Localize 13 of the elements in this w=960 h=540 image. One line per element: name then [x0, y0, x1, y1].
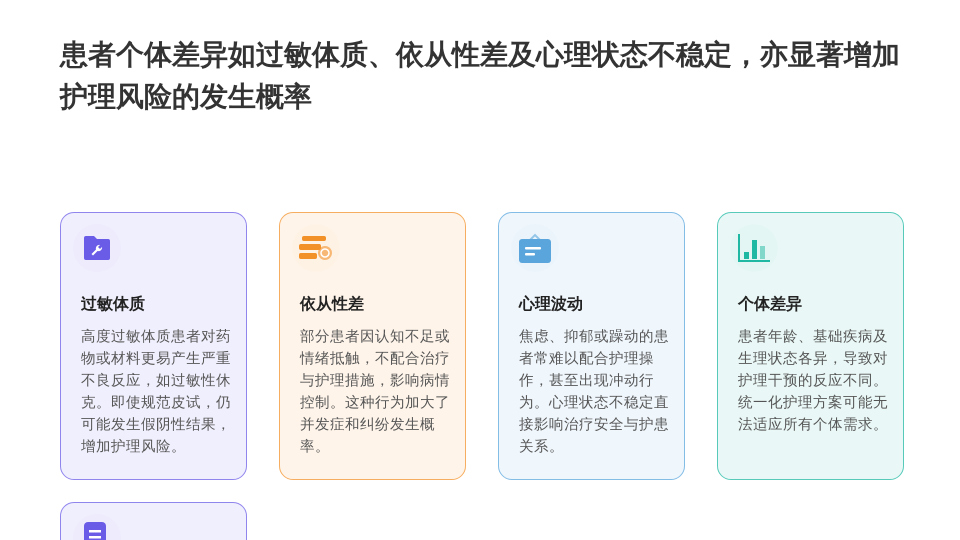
card-heading: 心理波动	[519, 293, 584, 315]
briefcase-icon	[519, 233, 551, 263]
card-heading: 依从性差	[300, 293, 365, 315]
layers-icon	[299, 235, 333, 261]
card-description: 焦虑、抑郁或躁动的患者常难以配合护理操作，甚至出现冲动行为。心理状态不稳定直接影响治疗安全与护患关系。	[519, 327, 670, 457]
slide-title: 患者个体差异如过敏体质、依从性差及心理状态不稳定，亦显著增加护理风险的发生概率	[60, 37, 901, 115]
card-heading: 个体差异	[738, 293, 803, 315]
card-description: 部分患者因认知不足或情绪抵触，不配合治疗与护理措施，影响病情控制。这种行为加大了并发症和纠纷发生概率。	[300, 327, 451, 457]
card-description: 高度过敏体质患者对药物或材料更易产生严重不良反应，如过敏性休克。即使规范皮试，仍可能发生假阴性结果，增加护理风险。	[81, 327, 232, 457]
card-heading: 过敏体质	[81, 293, 146, 315]
folder-wrench-icon	[83, 235, 111, 261]
bar-chart-icon	[738, 234, 770, 262]
card-description: 患者年龄、基础疾病及生理状态各异，导致对护理干预的反应不同。统一化护理方案可能无法适应所有个体需求。	[738, 327, 889, 435]
